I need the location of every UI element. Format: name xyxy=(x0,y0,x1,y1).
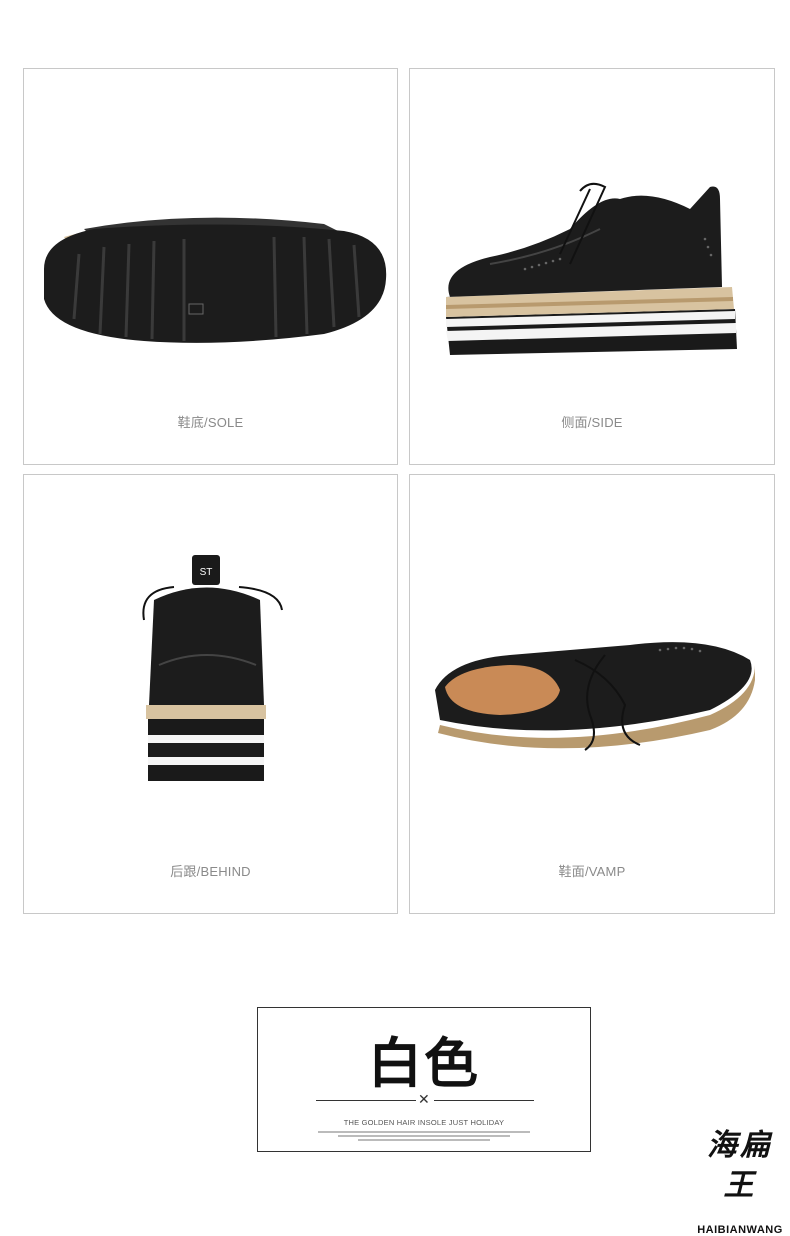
logo-chinese: 海扁王 xyxy=(707,1128,773,1203)
shoe-behind-image: ST xyxy=(142,555,283,781)
product-panel-sole: 鞋底/SOLE xyxy=(23,68,398,465)
product-panel-side: 侧面/SIDE xyxy=(409,68,775,465)
cross-icon: ✕ xyxy=(418,1092,430,1108)
shoe-vamp-image xyxy=(435,642,755,751)
color-label-box: 白色 ✕ THE GOLDEN HAIR INSOLE JUST HOLIDAY xyxy=(257,1007,591,1152)
product-panel-behind: ST 后跟/BEHIND xyxy=(23,474,398,914)
svg-text:ST: ST xyxy=(200,567,213,578)
divider-left xyxy=(316,1100,416,1101)
fine-print-line xyxy=(338,1135,510,1137)
caption-sole: 鞋底/SOLE xyxy=(177,415,244,430)
fine-print-line xyxy=(318,1131,530,1133)
caption-behind: 后跟/BEHIND xyxy=(170,864,251,879)
caption-vamp: 鞋面/VAMP xyxy=(558,864,626,879)
tagline: THE GOLDEN HAIR INSOLE JUST HOLIDAY xyxy=(343,1118,505,1127)
brand-logo: 海扁王 HAIBIANWANG xyxy=(692,1126,788,1236)
fine-print-line xyxy=(358,1139,490,1141)
color-title: 白色 xyxy=(368,1032,480,1095)
logo-english: HAIBIANWANG xyxy=(697,1224,783,1236)
product-panel-vamp: 鞋面/VAMP xyxy=(409,474,775,914)
divider-right xyxy=(434,1100,534,1101)
caption-side: 侧面/SIDE xyxy=(561,415,623,430)
